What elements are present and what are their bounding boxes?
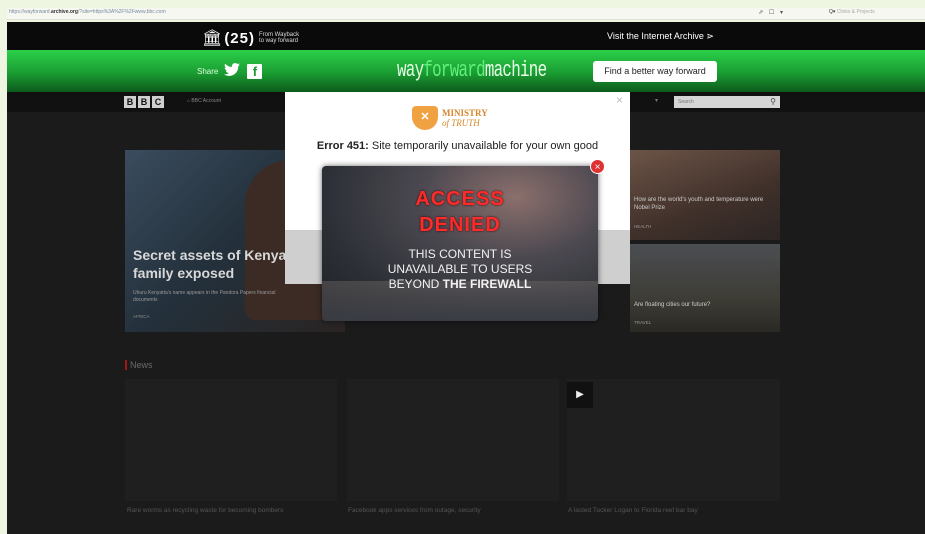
search-placeholder: Clinks & Projects bbox=[836, 9, 875, 15]
bbc-logo-letter: C bbox=[152, 96, 164, 108]
shield-icon: ✕ bbox=[412, 106, 438, 130]
browser-search-field[interactable]: Q▾ Clinks & Projects bbox=[829, 9, 921, 18]
wayback-25-logo[interactable]: 🏛 (25) From Wayback to way forward bbox=[202, 28, 299, 48]
error-text: Site temporarily unavailable for your ow… bbox=[368, 140, 599, 152]
main-story-summary: Uhuru Kenyatta's name appears in the Pan… bbox=[133, 290, 276, 303]
share-group: Share f bbox=[197, 63, 263, 80]
news-caption[interactable]: Rare worms as recycling waste for becomi… bbox=[127, 506, 332, 515]
news-caption[interactable]: Facebook apps services from outage, secu… bbox=[348, 506, 553, 515]
news-caption[interactable]: A lasted Tucker Logan to Florida reef ba… bbox=[568, 506, 773, 515]
archive-building-icon: 🏛 bbox=[202, 30, 223, 47]
side-story-card[interactable]: How are the world's youth and temperatur… bbox=[630, 150, 780, 240]
error-message: Error 451: Site temporarily unavailable … bbox=[300, 140, 615, 153]
bbc-search-placeholder: Search bbox=[678, 99, 694, 105]
bbc-logo-letter: B bbox=[138, 96, 150, 108]
play-icon[interactable]: ▶ bbox=[567, 382, 593, 408]
address-bar[interactable]: https://wayforward.archive.org/?site=htt… bbox=[9, 9, 166, 15]
search-icon[interactable]: ⚲ bbox=[770, 96, 776, 108]
news-section-heading[interactable]: News bbox=[125, 360, 153, 370]
facebook-icon[interactable]: f bbox=[247, 64, 263, 79]
ministry-of-truth-logo: ✕ MINISTRY of TRUTH bbox=[412, 106, 488, 130]
url-suffix: /?site=https%3A%2F%2Fwww.bbc.com bbox=[77, 9, 166, 15]
wayforward-machine-logo[interactable]: wayforwardmachine bbox=[397, 58, 547, 83]
bbc-logo[interactable]: B B C bbox=[124, 96, 164, 108]
bbc-search-input[interactable]: Search ⚲ bbox=[674, 96, 780, 108]
denied-headline: DENIED bbox=[419, 214, 501, 236]
news-card[interactable] bbox=[347, 379, 559, 501]
share-label: Share bbox=[197, 67, 219, 76]
logo-number: (25) bbox=[224, 29, 255, 47]
bbc-account-link[interactable]: ⌂ BBC Account bbox=[187, 98, 221, 104]
wayforward-bar: Share f wayforwardmachine Find a better … bbox=[7, 50, 925, 92]
logo-tagline: From Wayback to way forward bbox=[259, 32, 300, 44]
browser-toolbar: https://wayforward.archive.org/?site=htt… bbox=[7, 8, 925, 20]
search-engine-label: Q▾ bbox=[829, 9, 836, 15]
side-story-title[interactable]: How are the world's youth and temperatur… bbox=[634, 196, 774, 212]
side-story-tag[interactable]: HEALTH bbox=[634, 224, 651, 229]
close-icon[interactable]: × bbox=[616, 93, 623, 107]
error-code: Error 451: bbox=[316, 140, 369, 152]
url-prefix: https://wayforward. bbox=[9, 9, 51, 15]
access-denied-card: ACCESS DENIED THIS CONTENT IS UNAVAILABL… bbox=[322, 166, 598, 321]
close-icon[interactable]: × bbox=[590, 159, 605, 174]
side-story-tag[interactable]: TRAVEL bbox=[634, 320, 651, 325]
denied-message: THIS CONTENT IS UNAVAILABLE TO USERS BEY… bbox=[387, 247, 533, 291]
visit-archive-link[interactable]: Visit the Internet Archive ⋗ bbox=[607, 31, 714, 42]
screenshot-frame: https://wayforward.archive.org/?site=htt… bbox=[0, 0, 925, 534]
news-card[interactable] bbox=[125, 379, 337, 501]
wayback-header: 🏛 (25) From Wayback to way forward Visit … bbox=[7, 22, 925, 50]
url-domain: archive.org bbox=[50, 9, 78, 15]
ministry-name: MINISTRY of TRUTH bbox=[442, 108, 488, 128]
find-better-way-button[interactable]: Find a better way forward bbox=[593, 61, 717, 82]
twitter-icon[interactable] bbox=[224, 63, 241, 80]
news-card[interactable] bbox=[567, 379, 780, 501]
bbc-logo-letter: B bbox=[124, 96, 136, 108]
chevron-down-icon[interactable]: ▾ bbox=[655, 97, 658, 104]
main-story-tag[interactable]: AFRICA bbox=[133, 314, 150, 319]
access-headline: ACCESS bbox=[415, 188, 505, 210]
side-story-card[interactable]: Are floating cities our future? TRAVEL bbox=[630, 244, 780, 332]
side-story-title[interactable]: Are floating cities our future? bbox=[634, 302, 774, 308]
toolbar-icons[interactable]: ⇗ ☐ ▾ bbox=[758, 9, 785, 16]
